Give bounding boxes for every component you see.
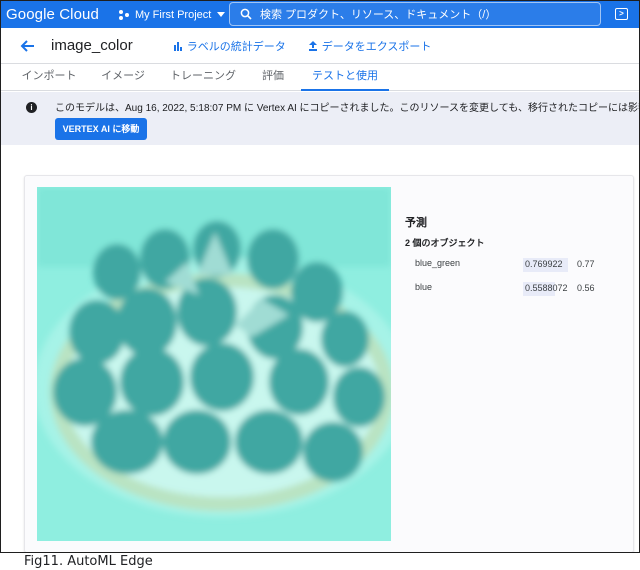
prediction-panel: 予測 2 個のオブジェクト blue_green 0.769922 0.77 b… (405, 214, 625, 296)
object-count: 2 個のオブジェクト (405, 238, 485, 248)
prediction-row-blue: blue 0.5588072 0.56 (415, 282, 625, 296)
prediction-title: 予測 (405, 217, 427, 229)
info-icon: i (26, 102, 37, 113)
back-arrow-icon[interactable] (19, 37, 37, 55)
tab-import[interactable]: インポート (19, 64, 79, 91)
search-placeholder: 検索 プロダクト、リソース、ドキュメント（/） (260, 9, 497, 21)
tab-images[interactable]: イメージ (95, 64, 151, 91)
label-stats-button[interactable]: ラベルの統計データ (173, 38, 286, 54)
bar-chart-icon (173, 41, 182, 51)
export-data-label: データをエクスポート (321, 40, 432, 53)
prediction-score-rounded: 0.77 (577, 259, 595, 269)
chevron-down-icon (217, 12, 226, 17)
prediction-score: 0.769922 (525, 259, 563, 269)
go-to-vertex-ai-button[interactable]: VERTEX AI に移動 (55, 118, 147, 140)
migration-banner: i このモデルは、Aug 16, 2022, 5:18:07 PM に Vert… (1, 92, 640, 145)
project-name: My First Project (134, 8, 212, 21)
project-icon (118, 9, 131, 20)
prediction-row-blue-green: blue_green 0.769922 0.77 (415, 258, 625, 272)
search-input[interactable]: 検索 プロダクト、リソース、ドキュメント（/） (229, 2, 601, 26)
page-title: image_color (51, 37, 133, 54)
prediction-card: 予測 2 個のオブジェクト blue_green 0.769922 0.77 b… (24, 175, 634, 552)
prediction-score: 0.5588072 (525, 283, 568, 293)
cloud-shell-icon[interactable]: > (615, 8, 628, 20)
prediction-score-rounded: 0.56 (577, 283, 595, 293)
tab-training[interactable]: トレーニング (167, 64, 239, 91)
banner-message: このモデルは、Aug 16, 2022, 5:18:07 PM に Vertex… (55, 103, 640, 114)
prediction-label: blue_green (415, 258, 461, 268)
strawberry-tart-image (37, 187, 391, 541)
tab-test-and-use[interactable]: テストと使用 (301, 64, 389, 91)
top-bar: Google Cloud My First Project 検索 プロダクト、リ… (1, 1, 639, 28)
console-window: Google Cloud My First Project 検索 プロダクト、リ… (0, 0, 640, 553)
search-icon (240, 8, 252, 20)
tab-bar: インポート イメージ トレーニング 評価 テストと使用 (1, 64, 639, 91)
prediction-label: blue (415, 282, 433, 292)
label-stats-label: ラベルの統計データ (186, 40, 286, 53)
export-data-button[interactable]: データをエクスポート (308, 38, 432, 54)
google-cloud-logo[interactable]: Google Cloud (6, 6, 99, 23)
test-image (37, 187, 391, 541)
upload-icon (308, 40, 317, 51)
page-header: image_color ラベルの統計データ データをエクスポート (1, 28, 639, 64)
figure-caption: Fig11. AutoML Edge (24, 554, 153, 569)
project-selector[interactable]: My First Project (118, 8, 226, 21)
tab-evaluate[interactable]: 評価 (255, 64, 291, 91)
